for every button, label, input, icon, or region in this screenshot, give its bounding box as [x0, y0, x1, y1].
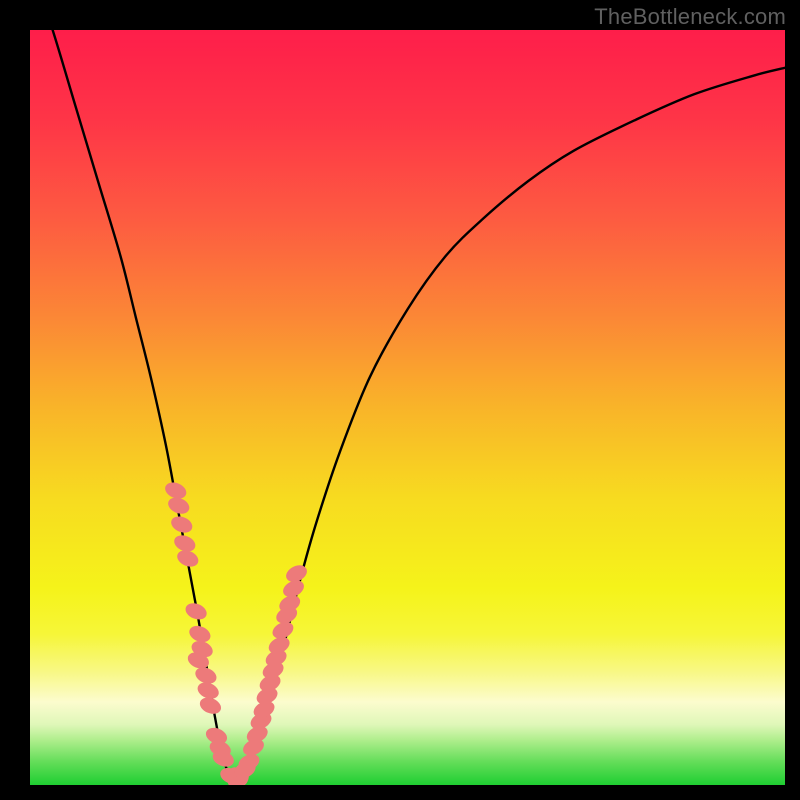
outer-frame: TheBottleneck.com [0, 0, 800, 800]
watermark-text: TheBottleneck.com [594, 4, 786, 30]
bottleneck-curve [30, 30, 785, 785]
marker-blob [169, 513, 195, 535]
chart-svg [30, 30, 785, 785]
marker-blob [183, 600, 209, 622]
marker-cluster [163, 479, 310, 785]
marker-blob [175, 547, 201, 569]
marker-blob [166, 495, 192, 517]
plot-area [30, 30, 785, 785]
marker-blob [197, 695, 223, 717]
